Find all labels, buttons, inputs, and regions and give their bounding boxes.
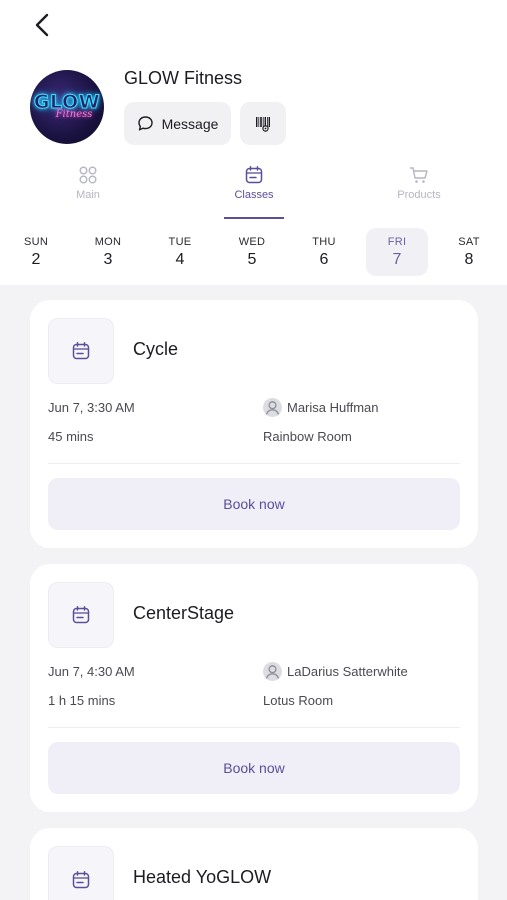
class-title: Cycle: [133, 339, 179, 359]
instructor-avatar-icon: [263, 398, 282, 417]
book-now-button[interactable]: Book now: [48, 478, 460, 530]
class-title: CenterStage: [133, 603, 235, 623]
tab-classes-label: Classes: [234, 189, 274, 201]
day-date: 5: [247, 250, 257, 268]
day-mon[interactable]: MON 3: [77, 228, 139, 276]
chat-bubble-icon: [137, 116, 153, 131]
day-name: TUE: [168, 235, 192, 248]
day-sat[interactable]: SAT 8: [438, 228, 500, 276]
day-tue[interactable]: TUE 4: [149, 228, 211, 276]
studio-logo: GLOW Fitness: [30, 70, 104, 144]
studio-name: GLOW Fitness: [124, 68, 243, 88]
class-duration: 1 h 15 mins: [48, 693, 116, 708]
book-now-button[interactable]: Book now: [48, 742, 460, 794]
class-thumbnail: [48, 582, 114, 648]
class-instructor: Marisa Huffman: [263, 398, 379, 417]
day-fri[interactable]: FRI 7: [366, 228, 428, 276]
tab-classes[interactable]: Classes: [204, 165, 304, 219]
chevron-left-icon: [35, 13, 49, 37]
back-button[interactable]: [28, 10, 56, 40]
class-card[interactable]: Cycle Jun 7, 3:30 AM 45 mins Marisa Huff…: [30, 300, 478, 548]
barcode-button[interactable]: [240, 102, 286, 145]
card-divider: [48, 727, 460, 728]
instructor-name: Marisa Huffman: [287, 400, 379, 415]
class-card[interactable]: Heated YoGLOW: [30, 828, 478, 900]
studio-tabs: Main Classes Products: [0, 165, 507, 219]
calendar-icon: [72, 342, 90, 360]
class-room: Rainbow Room: [263, 429, 352, 444]
class-instructor: LaDarius Satterwhite: [263, 662, 408, 681]
class-datetime: Jun 7, 4:30 AM: [48, 664, 135, 679]
tab-products-label: Products: [397, 189, 441, 201]
instructor-name: LaDarius Satterwhite: [287, 664, 408, 679]
message-button[interactable]: Message: [124, 102, 231, 145]
calendar-icon: [72, 606, 90, 624]
week-day-selector: SUN 2 MON 3 TUE 4 WED 5 THU 6 FRI 7 SAT …: [0, 228, 507, 276]
day-name: SUN: [23, 235, 49, 248]
class-thumbnail: [48, 846, 114, 900]
class-duration: 45 mins: [48, 429, 94, 444]
day-name: THU: [312, 235, 336, 248]
day-date: 8: [464, 250, 474, 268]
day-wed[interactable]: WED 5: [221, 228, 283, 276]
day-sun[interactable]: SUN 2: [5, 228, 67, 276]
cart-icon: [409, 167, 428, 183]
tab-main[interactable]: Main: [38, 165, 138, 219]
class-title: Heated YoGLOW: [133, 867, 272, 887]
day-name: WED: [238, 235, 266, 248]
card-divider: [48, 463, 460, 464]
logo-subtext: Fitness: [55, 108, 93, 120]
barcode-icon: [256, 116, 270, 132]
day-date: 4: [175, 250, 185, 268]
day-date: 2: [31, 250, 41, 268]
class-datetime: Jun 7, 3:30 AM: [48, 400, 135, 415]
class-room: Lotus Room: [263, 693, 334, 708]
day-name: MON: [94, 235, 122, 248]
class-card[interactable]: CenterStage Jun 7, 4:30 AM 1 h 15 mins L…: [30, 564, 478, 812]
tab-main-label: Main: [76, 189, 100, 201]
grid-icon: [79, 166, 97, 184]
day-name: SAT: [458, 235, 480, 248]
studio-header: GLOW Fitness GLOW Fitness Message Main C…: [0, 0, 507, 285]
day-date: 7: [392, 250, 402, 268]
class-thumbnail: [48, 318, 114, 384]
day-date: 3: [103, 250, 113, 268]
message-button-label: Message: [161, 115, 219, 132]
calendar-icon: [245, 166, 263, 184]
calendar-icon: [72, 871, 90, 889]
instructor-avatar-icon: [263, 662, 282, 681]
day-name: FRI: [387, 235, 407, 248]
day-thu[interactable]: THU 6: [293, 228, 355, 276]
day-date: 6: [319, 250, 329, 268]
tab-products[interactable]: Products: [369, 165, 469, 219]
